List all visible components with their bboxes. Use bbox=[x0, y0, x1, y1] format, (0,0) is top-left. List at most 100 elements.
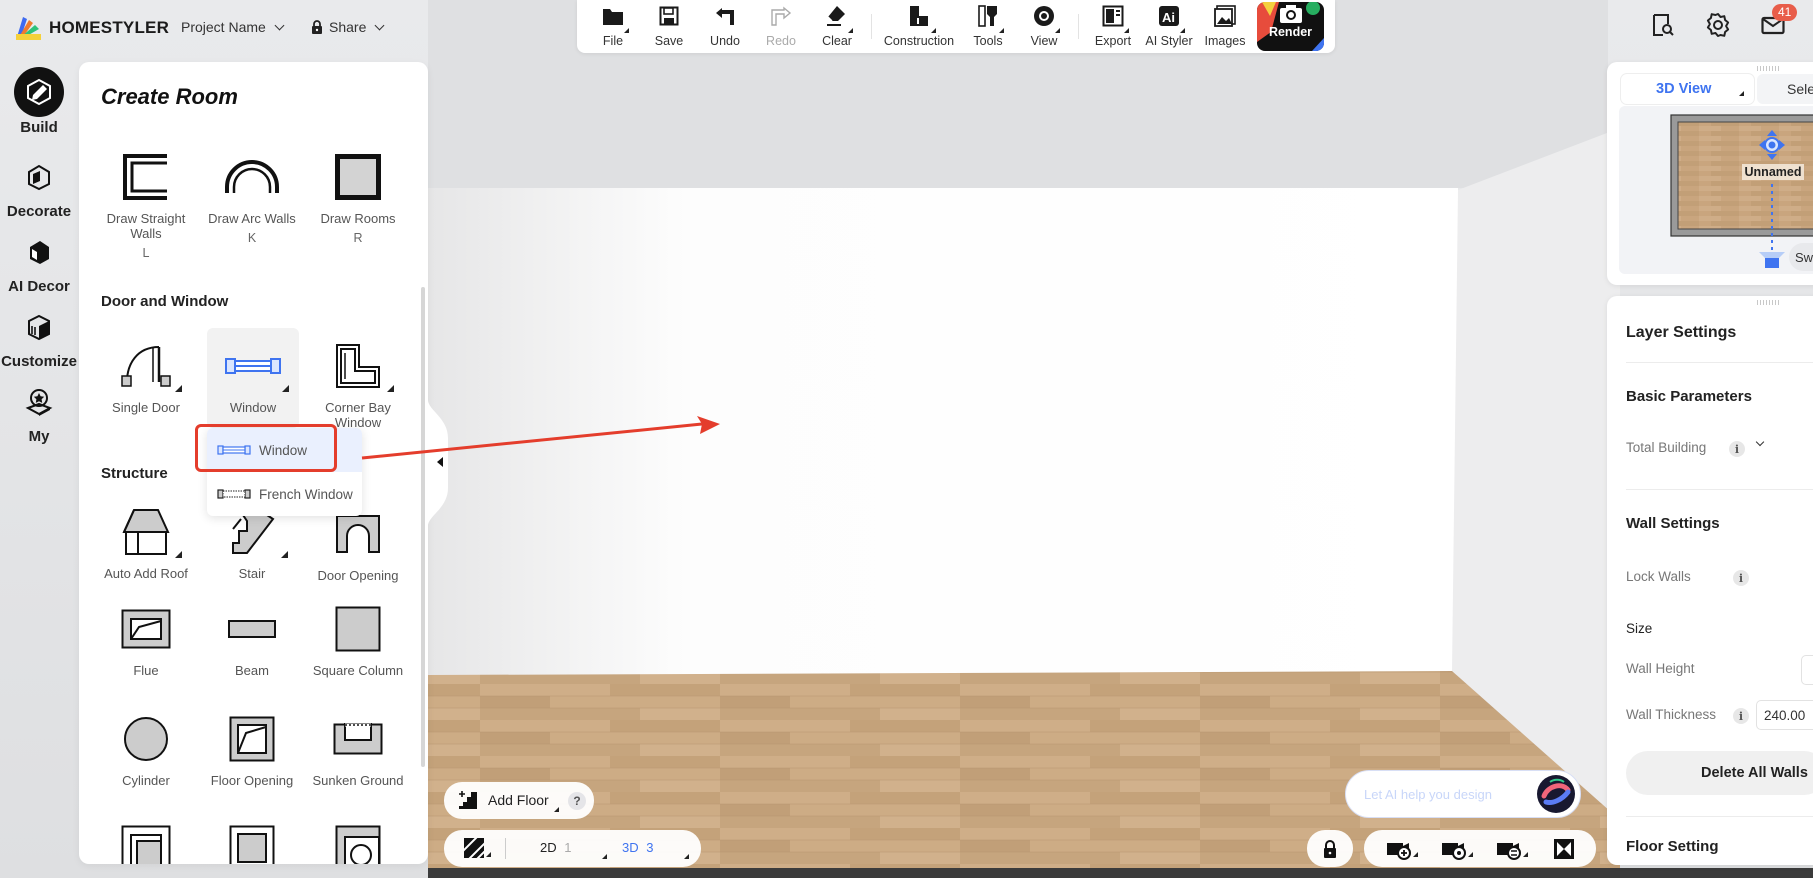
tool-label: Auto Add Roof bbox=[104, 566, 188, 581]
rail-my[interactable]: My bbox=[0, 378, 78, 445]
tool-flue[interactable]: Flue bbox=[96, 599, 196, 678]
rail-build[interactable]: Build bbox=[0, 67, 78, 136]
camera-icon bbox=[1279, 5, 1302, 23]
ai-assistant-logo-icon[interactable] bbox=[1536, 774, 1576, 814]
tool-draw-arc-walls[interactable]: Draw Arc Walls K bbox=[202, 147, 302, 245]
view-3d-button[interactable]: 3D 3 bbox=[622, 840, 689, 859]
fullscreen-toggle-button[interactable] bbox=[1554, 839, 1574, 864]
drag-handle[interactable] bbox=[1757, 66, 1781, 71]
app-logo[interactable]: HOMESTYLER bbox=[15, 15, 169, 41]
view-2d-button[interactable]: 2D 1 bbox=[540, 840, 607, 859]
toolbar-ai-styler[interactable]: Ai AI Styler bbox=[1141, 0, 1197, 53]
toolbar-label: Images bbox=[1204, 34, 1246, 48]
toolbar-label: Undo bbox=[710, 34, 740, 48]
tool-more-2[interactable] bbox=[202, 818, 302, 864]
cylinder-icon bbox=[116, 709, 176, 769]
settings-button[interactable] bbox=[1703, 10, 1733, 40]
tool-floor-opening[interactable]: Floor Opening bbox=[202, 709, 302, 788]
tab-3d-view[interactable]: 3D View bbox=[1621, 74, 1754, 104]
tool-corner-bay-window[interactable]: Corner Bay Window bbox=[308, 330, 408, 430]
rail-ai-decor[interactable]: AI Decor bbox=[0, 228, 78, 295]
camera-add-icon bbox=[1387, 843, 1411, 860]
tab-label: Sele bbox=[1787, 81, 1813, 97]
tool-auto-add-roof[interactable]: Auto Add Roof bbox=[96, 502, 196, 581]
toolbar-view[interactable]: View bbox=[1016, 0, 1072, 53]
shortcut-key: K bbox=[247, 231, 257, 245]
info-icon[interactable]: i bbox=[1729, 441, 1745, 457]
build-icon bbox=[14, 67, 64, 117]
undo-icon bbox=[712, 3, 738, 29]
help-button[interactable]: ? bbox=[568, 792, 586, 810]
tab-select[interactable]: Sele bbox=[1757, 74, 1813, 104]
rail-customize[interactable]: Customize bbox=[0, 303, 78, 370]
collapse-panel-tab[interactable] bbox=[428, 400, 448, 526]
tool-more-1[interactable] bbox=[96, 818, 196, 864]
chevron-down-icon[interactable] bbox=[1755, 437, 1765, 447]
toolbar-label: Render bbox=[1268, 25, 1313, 39]
tool-square-column[interactable]: Square Column bbox=[308, 599, 408, 678]
wall-pattern-button[interactable] bbox=[461, 835, 491, 863]
wall-height-label: Wall Height bbox=[1626, 661, 1695, 676]
chevron-down-icon bbox=[374, 20, 385, 30]
camera-switch-icon bbox=[1497, 843, 1521, 860]
messages-button[interactable]: 41 bbox=[1758, 4, 1798, 40]
toolbar-label: Export bbox=[1094, 34, 1132, 48]
info-icon[interactable]: i bbox=[1733, 570, 1749, 586]
floor-setting-heading: Floor Setting bbox=[1626, 838, 1719, 855]
tools-icon bbox=[975, 3, 1001, 29]
tool-label: Draw Rooms bbox=[320, 211, 396, 226]
toolbar-file[interactable]: File bbox=[585, 0, 641, 53]
toolbar-save[interactable]: Save bbox=[641, 0, 697, 53]
view-mode-bar: 2D 1 3D 3 bbox=[444, 830, 701, 867]
toolbar-redo[interactable]: Redo bbox=[753, 0, 809, 53]
tool-window[interactable]: Window bbox=[207, 328, 299, 428]
tool-label: Floor Opening bbox=[210, 773, 294, 788]
structure-icon bbox=[116, 818, 176, 864]
tool-beam[interactable]: Beam bbox=[202, 599, 302, 678]
tool-draw-straight-walls[interactable]: Draw Straight Walls L bbox=[96, 147, 196, 260]
my-star-icon bbox=[15, 378, 63, 426]
search-document-button[interactable] bbox=[1648, 10, 1678, 40]
toolbar-images[interactable]: Images bbox=[1197, 0, 1253, 53]
toolbar-export[interactable]: Export bbox=[1085, 0, 1141, 53]
tool-sunken-ground[interactable]: Sunken Ground bbox=[308, 709, 408, 788]
delete-all-walls-button[interactable]: Delete All Walls bbox=[1626, 751, 1813, 795]
rail-decorate[interactable]: Decorate bbox=[0, 153, 78, 220]
add-camera-button[interactable] bbox=[1386, 838, 1418, 865]
tool-draw-rooms[interactable]: Draw Rooms R bbox=[308, 147, 408, 245]
tool-label: Stair bbox=[238, 566, 266, 581]
camera-settings-button[interactable] bbox=[1441, 838, 1473, 865]
chevron-down-icon bbox=[274, 20, 285, 30]
toolbar-clear[interactable]: Clear bbox=[809, 0, 865, 53]
panel-scrollbar[interactable] bbox=[421, 287, 425, 767]
lock-camera-button[interactable] bbox=[1307, 830, 1353, 867]
view-2d-label: 2D bbox=[540, 840, 557, 855]
switch-button[interactable]: Switch bbox=[1795, 250, 1813, 265]
structure-icon bbox=[222, 818, 282, 864]
project-name-menu[interactable]: Project Name bbox=[181, 19, 285, 35]
ai-assistant-input[interactable]: Let AI help you design bbox=[1345, 770, 1581, 818]
drag-handle[interactable] bbox=[1757, 300, 1781, 305]
notification-badge: 41 bbox=[1772, 4, 1798, 21]
toolbar-construction[interactable]: Construction bbox=[878, 0, 960, 53]
toolbar-tools[interactable]: Tools bbox=[960, 0, 1016, 53]
section-structure: Structure bbox=[101, 465, 168, 482]
camera-switch-button[interactable] bbox=[1496, 838, 1528, 865]
toolbar-undo[interactable]: Undo bbox=[697, 0, 753, 53]
add-floor-button[interactable]: Add Floor bbox=[458, 790, 549, 810]
wall-height-input[interactable] bbox=[1801, 655, 1813, 685]
info-icon[interactable]: i bbox=[1733, 708, 1749, 724]
tool-cylinder[interactable]: Cylinder bbox=[96, 709, 196, 788]
wall-thickness-input[interactable]: 240.00 bbox=[1756, 700, 1813, 730]
tool-single-door[interactable]: Single Door bbox=[96, 330, 196, 430]
draw-rooms-icon bbox=[328, 147, 388, 207]
popup-item-french-window[interactable]: French Window bbox=[207, 472, 362, 516]
wall-thickness-label: Wall Thickness bbox=[1626, 707, 1717, 722]
rail-label: Decorate bbox=[6, 203, 72, 220]
arc-walls-icon bbox=[222, 147, 282, 207]
toolbar-render[interactable]: Render bbox=[1257, 2, 1324, 51]
add-floor-stairs-icon bbox=[459, 791, 477, 809]
tool-more-3[interactable] bbox=[308, 818, 408, 864]
share-menu[interactable]: Share bbox=[311, 19, 385, 35]
minimap[interactable]: Unnamed Switch bbox=[1619, 106, 1813, 274]
